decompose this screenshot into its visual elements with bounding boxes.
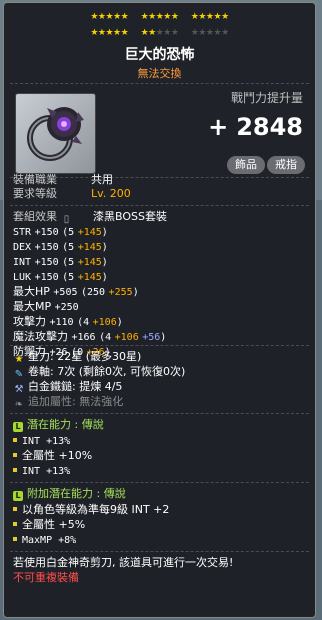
stat-row: LUK +150 (5 +145) (13, 272, 108, 283)
stat-row: STR +150 (5 +145) (13, 227, 108, 238)
unique-equip-warning: 不可重複裝備 (13, 571, 79, 584)
hammer-row: ⚒ 白金鐵鎚: 提煉 4/5 (14, 380, 123, 395)
empty-star-icon: ★★★ (155, 28, 179, 38)
untradeable-label: 無法交換 (137, 67, 182, 80)
accessory-category-button[interactable]: 飾品 (227, 156, 265, 174)
empty-star-icon: ★★★★★ (190, 28, 229, 38)
star-icon: ★★ (140, 28, 157, 38)
potential-line: 全屬性 +10% (13, 449, 92, 463)
stat-row: INT +150 (5 +145) (13, 257, 108, 268)
star-icon: ★★★★★ (190, 12, 229, 22)
item-name: 巨大的恐怖 (124, 47, 195, 63)
scroll-row: ✎ 卷軸: 7次 (剩餘0次, 可恢復0次) (14, 365, 186, 380)
stat-row: 最大HP +505 (250 +255) (13, 285, 139, 298)
potential-line: INT +13% (13, 464, 70, 479)
star-force-row-1: ★★★★★ ★★★★★ ★★★★★ (4, 11, 315, 23)
stat-row: DEX +150 (5 +145) (13, 242, 108, 253)
set-effect-row: 套組效果 ▯ 漆黑BOSS套裝 (13, 210, 167, 225)
potential-line: INT +13% (13, 434, 70, 449)
job-row: 裝備職業 共用 (13, 173, 113, 186)
additional-option-row: ❧ 追加屬性: 無法強化 (14, 395, 124, 410)
divider (10, 345, 309, 346)
feather-icon: ❧ (14, 399, 24, 410)
stat-row: 魔法攻擊力 +166 (4 +106 +56) (13, 330, 167, 343)
star-icon: ★★★★★ (140, 12, 179, 22)
combat-power-label: 戰鬥力提升量 (230, 91, 303, 105)
divider (10, 551, 309, 552)
item-tooltip: ★★★★★ ★★★★★ ★★★★★ ★★★★★ ★★★★★ ★★★★★ 巨大的恐… (3, 2, 316, 618)
ring-category-button[interactable]: 戒指 (267, 156, 305, 174)
star-force-row-2: ★★★★★ ★★★★★ ★★★★★ (4, 27, 315, 39)
bonus-potential-line: 全屬性 +5% (13, 518, 85, 532)
trade-note: 若使用白金神奇剪刀, 該道具可進行一次交易! (13, 556, 234, 569)
star-icon: ★★★★★ (90, 12, 129, 22)
level-row: 要求等級 Lv. 200 (13, 187, 131, 200)
bonus-potential-line: MaxMP +8% (13, 533, 76, 548)
bonus-potential-title: L 附加潛在能力 : 傳說 (13, 487, 126, 501)
legendary-icon: L (13, 491, 23, 501)
divider (10, 83, 309, 84)
stat-row: 最大MP +250 (13, 300, 79, 313)
ring-icon (27, 107, 84, 161)
combat-power-value: +2848 (208, 113, 303, 141)
divider (10, 482, 309, 483)
legendary-icon: L (13, 422, 23, 432)
item-icon-frame (15, 93, 96, 174)
bonus-potential-line: 以角色等級為準每9級 INT +2 (13, 503, 169, 517)
divider (10, 413, 309, 414)
potential-title: L 潛在能力 : 傳說 (13, 418, 104, 432)
stat-row: 攻擊力 +110 (4 +106) (13, 315, 123, 328)
divider (10, 205, 309, 206)
star-force-row: ★ 星力: 22星 (最多30星) (14, 350, 142, 365)
star-icon: ★★★★★ (90, 28, 129, 38)
